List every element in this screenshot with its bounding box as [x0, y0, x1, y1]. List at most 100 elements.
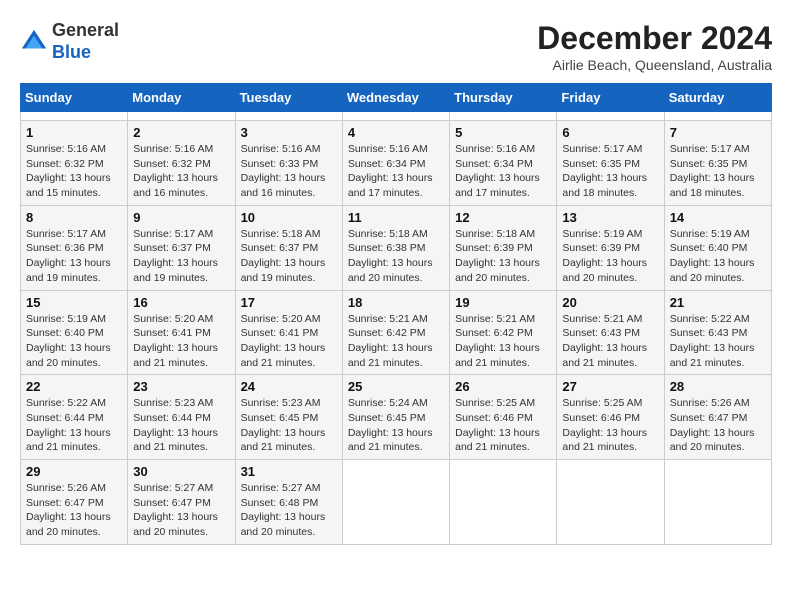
day-info: Sunrise: 5:18 AMSunset: 6:39 PMDaylight:…	[455, 227, 551, 286]
day-number: 6	[562, 125, 658, 140]
day-info: Sunrise: 5:16 AMSunset: 6:33 PMDaylight:…	[241, 142, 337, 201]
day-number: 9	[133, 210, 229, 225]
calendar-cell: 21 Sunrise: 5:22 AMSunset: 6:43 PMDayligh…	[664, 290, 771, 375]
calendar-cell: 9 Sunrise: 5:17 AMSunset: 6:37 PMDaylight…	[128, 205, 235, 290]
calendar-cell: 19Sunrise: 5:21 AMSunset: 6:42 PMDayligh…	[450, 290, 557, 375]
calendar-cell: 4 Sunrise: 5:16 AMSunset: 6:34 PMDaylight…	[342, 121, 449, 206]
day-info: Sunrise: 5:16 AMSunset: 6:34 PMDaylight:…	[348, 142, 444, 201]
day-info: Sunrise: 5:27 AMSunset: 6:48 PMDaylight:…	[241, 481, 337, 540]
day-of-week-header: Wednesday	[342, 84, 449, 112]
calendar-cell: 23 Sunrise: 5:23 AMSunset: 6:44 PMDayligh…	[128, 375, 235, 460]
calendar-cell	[128, 112, 235, 121]
calendar-cell	[450, 112, 557, 121]
day-info: Sunrise: 5:23 AMSunset: 6:45 PMDaylight:…	[241, 396, 337, 455]
calendar-cell: 5Sunrise: 5:16 AMSunset: 6:34 PMDaylight…	[450, 121, 557, 206]
calendar: SundayMondayTuesdayWednesdayThursdayFrid…	[20, 83, 772, 545]
day-of-week-header: Sunday	[21, 84, 128, 112]
day-info: Sunrise: 5:18 AMSunset: 6:38 PMDaylight:…	[348, 227, 444, 286]
day-info: Sunrise: 5:17 AMSunset: 6:36 PMDaylight:…	[26, 227, 122, 286]
calendar-cell: 3 Sunrise: 5:16 AMSunset: 6:33 PMDaylight…	[235, 121, 342, 206]
calendar-cell: 10 Sunrise: 5:18 AMSunset: 6:37 PMDayligh…	[235, 205, 342, 290]
day-number: 17	[241, 295, 337, 310]
calendar-cell	[342, 460, 449, 545]
day-number: 1	[26, 125, 122, 140]
calendar-cell: 16 Sunrise: 5:20 AMSunset: 6:41 PMDayligh…	[128, 290, 235, 375]
day-number: 24	[241, 379, 337, 394]
calendar-cell	[557, 460, 664, 545]
calendar-cell	[235, 112, 342, 121]
day-info: Sunrise: 5:20 AMSunset: 6:41 PMDaylight:…	[133, 312, 229, 371]
day-info: Sunrise: 5:20 AMSunset: 6:41 PMDaylight:…	[241, 312, 337, 371]
logo-general-text: General	[52, 20, 119, 42]
logo-blue-text: Blue	[52, 42, 119, 64]
title-area: December 2024 Airlie Beach, Queensland, …	[537, 20, 772, 73]
calendar-week-row	[21, 112, 772, 121]
day-number: 21	[670, 295, 766, 310]
day-of-week-header: Tuesday	[235, 84, 342, 112]
day-info: Sunrise: 5:27 AMSunset: 6:47 PMDaylight:…	[133, 481, 229, 540]
calendar-cell	[664, 460, 771, 545]
day-number: 14	[670, 210, 766, 225]
calendar-cell	[21, 112, 128, 121]
day-info: Sunrise: 5:19 AMSunset: 6:39 PMDaylight:…	[562, 227, 658, 286]
day-number: 8	[26, 210, 122, 225]
day-number: 15	[26, 295, 122, 310]
day-number: 16	[133, 295, 229, 310]
day-number: 31	[241, 464, 337, 479]
day-number: 27	[562, 379, 658, 394]
calendar-cell: 7Sunrise: 5:17 AMSunset: 6:35 PMDaylight…	[664, 121, 771, 206]
calendar-cell: 12Sunrise: 5:18 AMSunset: 6:39 PMDayligh…	[450, 205, 557, 290]
day-number: 26	[455, 379, 551, 394]
day-info: Sunrise: 5:17 AMSunset: 6:35 PMDaylight:…	[562, 142, 658, 201]
day-info: Sunrise: 5:17 AMSunset: 6:37 PMDaylight:…	[133, 227, 229, 286]
calendar-cell: 28Sunrise: 5:26 AMSunset: 6:47 PMDayligh…	[664, 375, 771, 460]
day-of-week-header: Saturday	[664, 84, 771, 112]
location-title: Airlie Beach, Queensland, Australia	[537, 57, 772, 73]
calendar-week-row: 29 Sunrise: 5:26 AMSunset: 6:47 PMDayligh…	[21, 460, 772, 545]
calendar-cell	[342, 112, 449, 121]
day-number: 7	[670, 125, 766, 140]
calendar-cell: 6 Sunrise: 5:17 AMSunset: 6:35 PMDaylight…	[557, 121, 664, 206]
day-info: Sunrise: 5:22 AMSunset: 6:44 PMDaylight:…	[26, 396, 122, 455]
day-info: Sunrise: 5:22 AMSunset: 6:43 PMDaylight:…	[670, 312, 766, 371]
logo-icon	[20, 28, 48, 56]
day-number: 13	[562, 210, 658, 225]
day-info: Sunrise: 5:18 AMSunset: 6:37 PMDaylight:…	[241, 227, 337, 286]
calendar-cell: 18Sunrise: 5:21 AMSunset: 6:42 PMDayligh…	[342, 290, 449, 375]
calendar-cell: 22Sunrise: 5:22 AMSunset: 6:44 PMDayligh…	[21, 375, 128, 460]
calendar-cell	[557, 112, 664, 121]
day-number: 4	[348, 125, 444, 140]
calendar-week-row: 15 Sunrise: 5:19 AMSunset: 6:40 PMDayligh…	[21, 290, 772, 375]
calendar-cell: 1Sunrise: 5:16 AMSunset: 6:32 PMDaylight…	[21, 121, 128, 206]
day-number: 10	[241, 210, 337, 225]
month-title: December 2024	[537, 20, 772, 57]
day-info: Sunrise: 5:19 AMSunset: 6:40 PMDaylight:…	[26, 312, 122, 371]
calendar-cell	[450, 460, 557, 545]
day-number: 11	[348, 210, 444, 225]
calendar-cell: 20 Sunrise: 5:21 AMSunset: 6:43 PMDayligh…	[557, 290, 664, 375]
day-info: Sunrise: 5:16 AMSunset: 6:32 PMDaylight:…	[133, 142, 229, 201]
day-number: 23	[133, 379, 229, 394]
day-info: Sunrise: 5:25 AMSunset: 6:46 PMDaylight:…	[455, 396, 551, 455]
day-number: 20	[562, 295, 658, 310]
day-number: 29	[26, 464, 122, 479]
day-number: 25	[348, 379, 444, 394]
calendar-cell: 17 Sunrise: 5:20 AMSunset: 6:41 PMDayligh…	[235, 290, 342, 375]
day-number: 3	[241, 125, 337, 140]
calendar-cell: 29 Sunrise: 5:26 AMSunset: 6:47 PMDayligh…	[21, 460, 128, 545]
calendar-cell: 13 Sunrise: 5:19 AMSunset: 6:39 PMDayligh…	[557, 205, 664, 290]
day-info: Sunrise: 5:21 AMSunset: 6:43 PMDaylight:…	[562, 312, 658, 371]
day-number: 19	[455, 295, 551, 310]
day-of-week-header: Thursday	[450, 84, 557, 112]
day-info: Sunrise: 5:23 AMSunset: 6:44 PMDaylight:…	[133, 396, 229, 455]
calendar-cell: 15 Sunrise: 5:19 AMSunset: 6:40 PMDayligh…	[21, 290, 128, 375]
day-info: Sunrise: 5:26 AMSunset: 6:47 PMDaylight:…	[26, 481, 122, 540]
day-number: 18	[348, 295, 444, 310]
calendar-week-row: 1 Sunrise: 5:16 AMSunset: 6:32 PMDaylight…	[21, 121, 772, 206]
calendar-cell: 2Sunrise: 5:16 AMSunset: 6:32 PMDaylight…	[128, 121, 235, 206]
day-of-week-header: Monday	[128, 84, 235, 112]
calendar-week-row: 22Sunrise: 5:22 AMSunset: 6:44 PMDayligh…	[21, 375, 772, 460]
calendar-week-row: 8 Sunrise: 5:17 AMSunset: 6:36 PMDaylight…	[21, 205, 772, 290]
calendar-cell: 26 Sunrise: 5:25 AMSunset: 6:46 PMDayligh…	[450, 375, 557, 460]
day-info: Sunrise: 5:16 AMSunset: 6:34 PMDaylight:…	[455, 142, 551, 201]
